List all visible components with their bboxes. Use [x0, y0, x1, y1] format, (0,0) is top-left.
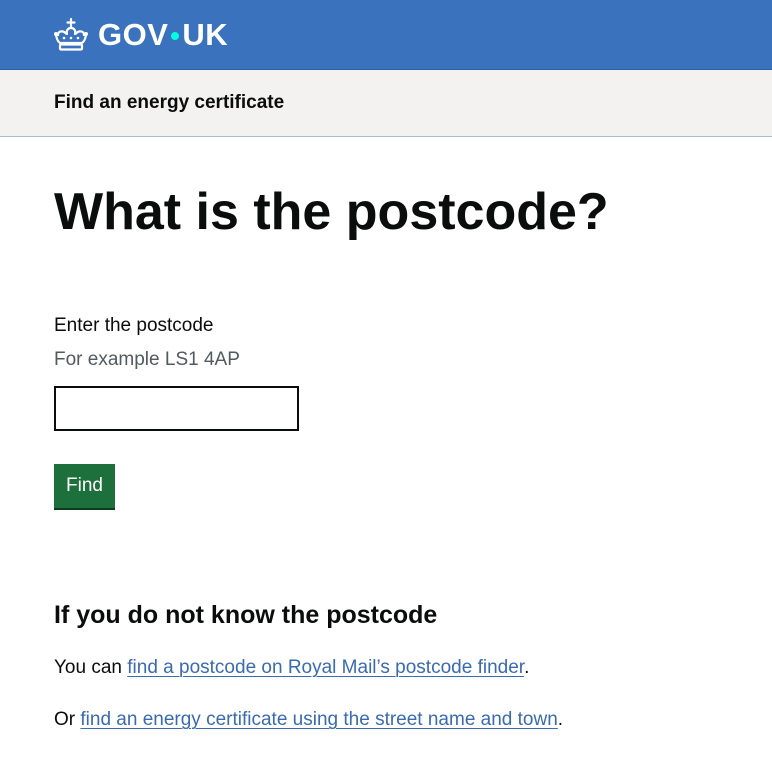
postcode-input[interactable]	[54, 386, 299, 431]
para1-prefix: You can	[54, 657, 128, 678]
para1-suffix: .	[524, 657, 530, 678]
service-name-link[interactable]: Find an energy certificate	[54, 92, 284, 114]
street-name-search-link[interactable]: find an energy certificate using the str…	[80, 709, 557, 730]
find-button[interactable]: Find	[54, 464, 115, 508]
logotype-uk: UK	[182, 17, 229, 52]
help-heading: If you do not know the postcode	[54, 601, 438, 629]
help-paragraph-royal-mail: You can find a postcode on Royal Mail’s …	[54, 655, 529, 681]
crown-icon	[54, 17, 88, 51]
para2-suffix: .	[557, 709, 564, 730]
service-navigation: Find an energy certificate	[0, 70, 772, 137]
govuk-logo-link[interactable]: GOV UK	[52, 13, 228, 57]
govuk-logotype: GOV UK	[98, 17, 228, 53]
postcode-label: Enter the postcode	[54, 315, 214, 336]
logotype-gov: GOV	[98, 17, 169, 52]
logotype-dot	[171, 32, 180, 40]
postcode-hint: For example LS1 4AP	[54, 349, 240, 370]
page-title: What is the postcode?	[54, 183, 609, 241]
para2-prefix: Or	[54, 709, 81, 730]
govuk-header: GOV UK	[0, 0, 772, 70]
help-paragraph-street-search: Or find an energy certificate using the …	[54, 707, 563, 733]
royal-mail-postcode-finder-link[interactable]: find a postcode on Royal Mail’s postcode…	[127, 657, 524, 678]
